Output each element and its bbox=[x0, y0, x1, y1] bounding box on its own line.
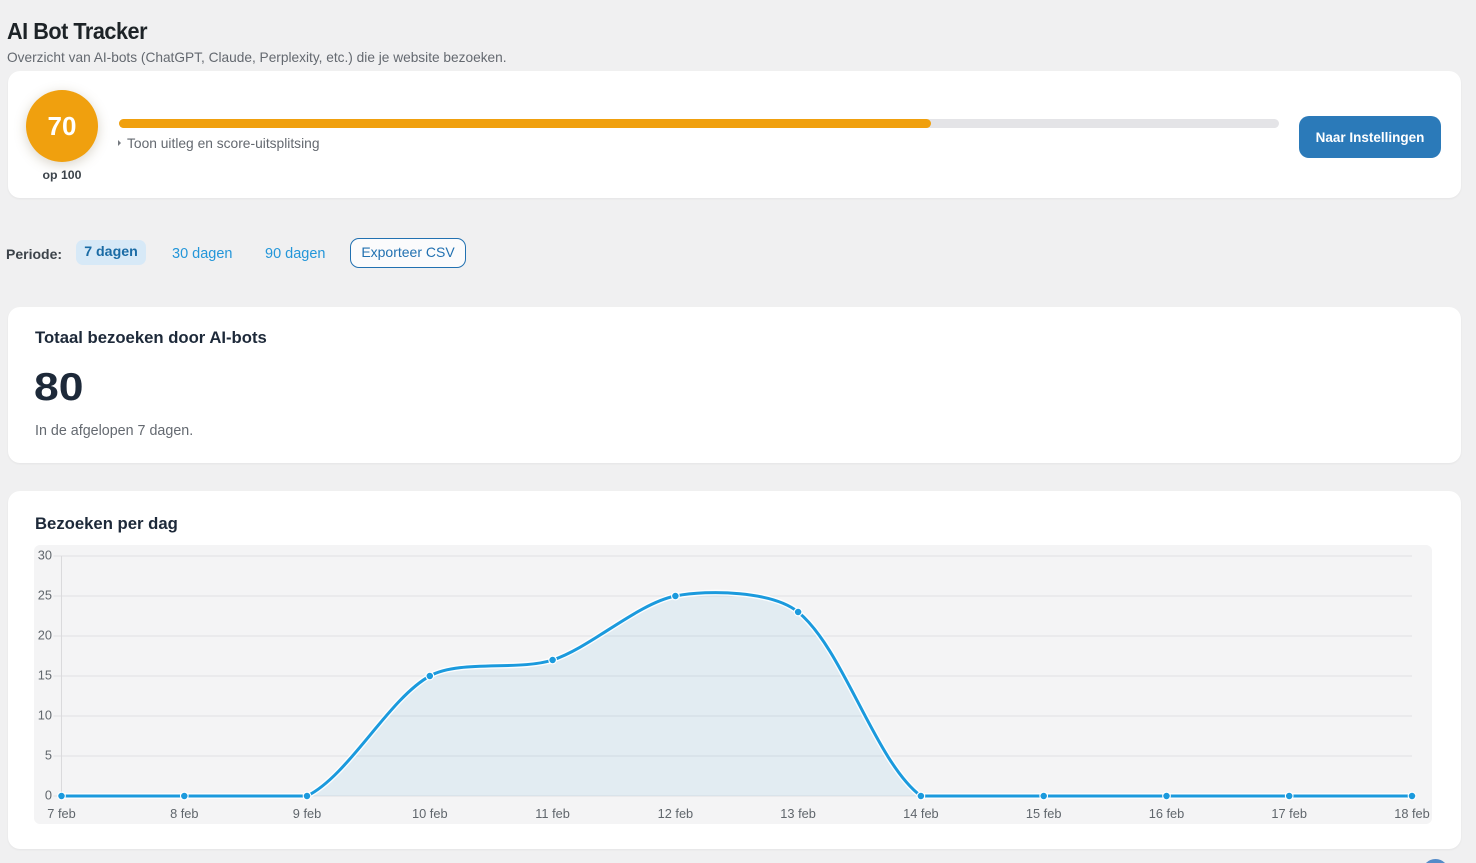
svg-text:5: 5 bbox=[45, 748, 52, 763]
svg-text:30: 30 bbox=[38, 548, 52, 563]
svg-text:15: 15 bbox=[38, 668, 52, 683]
svg-text:9 feb: 9 feb bbox=[293, 806, 321, 821]
svg-text:0: 0 bbox=[45, 788, 52, 803]
svg-text:8 feb: 8 feb bbox=[170, 806, 198, 821]
svg-text:14 feb: 14 feb bbox=[903, 806, 939, 821]
svg-text:25: 25 bbox=[38, 588, 52, 603]
svg-text:17 feb: 17 feb bbox=[1271, 806, 1307, 821]
svg-text:13 feb: 13 feb bbox=[780, 806, 816, 821]
svg-text:20: 20 bbox=[38, 628, 52, 643]
svg-text:16 feb: 16 feb bbox=[1149, 806, 1185, 821]
svg-text:11 feb: 11 feb bbox=[535, 806, 570, 821]
svg-text:12 feb: 12 feb bbox=[658, 806, 694, 821]
svg-text:10: 10 bbox=[38, 708, 52, 723]
svg-text:18 feb: 18 feb bbox=[1394, 806, 1430, 821]
svg-text:7 feb: 7 feb bbox=[47, 806, 75, 821]
svg-text:10 feb: 10 feb bbox=[412, 806, 448, 821]
svg-text:15 feb: 15 feb bbox=[1026, 806, 1062, 821]
